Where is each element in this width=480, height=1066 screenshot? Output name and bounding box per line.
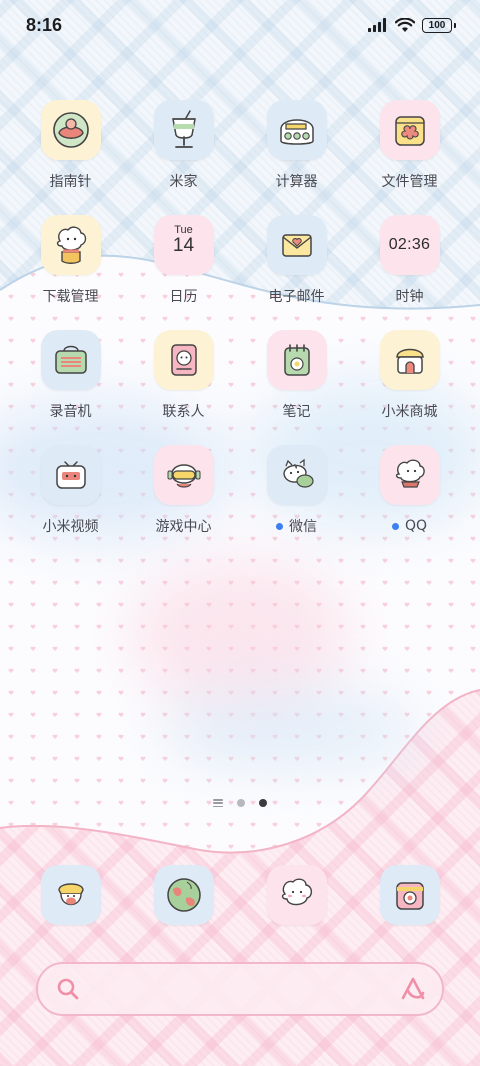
calculator-icon [266, 100, 327, 160]
browser-globe-icon [153, 865, 214, 925]
video-tv-icon [40, 445, 101, 505]
page-indicator[interactable] [0, 796, 480, 810]
app-email[interactable]: 电子邮件 [240, 215, 353, 305]
app-file-manager[interactable]: 文件管理 [353, 100, 466, 190]
app-notes[interactable]: 笔记 [240, 330, 353, 420]
app-label: 小米视频 [42, 519, 99, 535]
clock-icon: 02:36 [379, 215, 440, 275]
dock [14, 865, 466, 925]
qq-puppy-icon [379, 445, 440, 505]
wallpaper-cloud-pink [130, 560, 350, 710]
app-label: 微信 [276, 517, 317, 535]
app-wechat[interactable]: 微信 [240, 445, 353, 535]
app-label: 小米商城 [381, 404, 438, 420]
app-recorder[interactable]: 录音机 [14, 330, 127, 420]
app-calculator[interactable]: 计算器 [240, 100, 353, 190]
game-goggles-icon [153, 445, 214, 505]
search-icon [57, 978, 79, 1000]
app-mi-home[interactable]: 米家 [127, 100, 240, 190]
calendar-date: 14 [172, 235, 195, 256]
calendar-icon: Tue 14 [153, 215, 214, 275]
page-dot-1[interactable] [237, 799, 245, 807]
app-label: 联系人 [162, 404, 205, 420]
wifi-icon [395, 17, 415, 32]
notes-icon [266, 330, 327, 390]
search-bar[interactable] [36, 962, 444, 1016]
app-label: 日历 [169, 289, 198, 305]
camera-icon [379, 865, 440, 925]
app-clock[interactable]: 02:36 时钟 [353, 215, 466, 305]
signal-icon [368, 18, 386, 32]
compass-icon [40, 100, 101, 160]
app-contacts[interactable]: 联系人 [127, 330, 240, 420]
battery-level: 100 [428, 19, 446, 31]
dock-phone[interactable] [14, 865, 127, 925]
app-label: 笔记 [282, 404, 311, 420]
download-puppy-icon [40, 215, 101, 275]
app-qq[interactable]: QQ [353, 445, 466, 535]
envelope-icon [266, 215, 327, 275]
app-mi-video[interactable]: 小米视频 [14, 445, 127, 535]
notification-dot [391, 522, 399, 530]
notification-dot [276, 522, 283, 530]
status-bar: 8:16 100 [0, 0, 480, 50]
app-label: 时钟 [395, 289, 424, 305]
app-downloads[interactable]: 下载管理 [14, 215, 127, 305]
app-label: 下载管理 [42, 289, 99, 305]
clock-time: 02:36 [388, 236, 431, 253]
wallpaper-cloud-low [160, 690, 420, 770]
phone-icon [40, 865, 101, 925]
contacts-card-icon [153, 330, 214, 390]
app-game-center[interactable]: 游戏中心 [127, 445, 240, 535]
status-icons: 100 [368, 17, 456, 33]
app-label: 游戏中心 [155, 519, 212, 535]
dock-camera[interactable] [353, 865, 466, 925]
wechat-cat-icon [266, 445, 327, 505]
folder-icon [379, 100, 440, 160]
app-label: 电子邮件 [268, 289, 325, 305]
store-house-icon [379, 330, 440, 390]
app-label: QQ [391, 517, 427, 535]
feed-page-icon[interactable] [213, 799, 223, 807]
app-label: 指南针 [49, 174, 92, 190]
messages-puppy-icon [266, 865, 327, 925]
ai-assistant-icon[interactable] [398, 975, 428, 1003]
recorder-radio-icon [40, 330, 101, 390]
app-label: 文件管理 [381, 174, 438, 190]
app-mi-store[interactable]: 小米商城 [353, 330, 466, 420]
dock-messages[interactable] [240, 865, 353, 925]
app-label: 米家 [169, 174, 198, 190]
app-label: 计算器 [275, 174, 318, 190]
app-compass[interactable]: 指南针 [14, 100, 127, 190]
app-grid: 指南针 米家 计算器 文件管理 下载管理 Tue 14 日历 电子邮件 02:3… [14, 100, 466, 535]
app-label: 录音机 [49, 404, 92, 420]
status-time: 8:16 [26, 14, 63, 35]
app-calendar[interactable]: Tue 14 日历 [127, 215, 240, 305]
dock-browser[interactable] [127, 865, 240, 925]
battery-icon: 100 [422, 17, 456, 33]
page-dot-2-active[interactable] [259, 799, 267, 807]
mi-home-cup-icon [153, 100, 214, 160]
